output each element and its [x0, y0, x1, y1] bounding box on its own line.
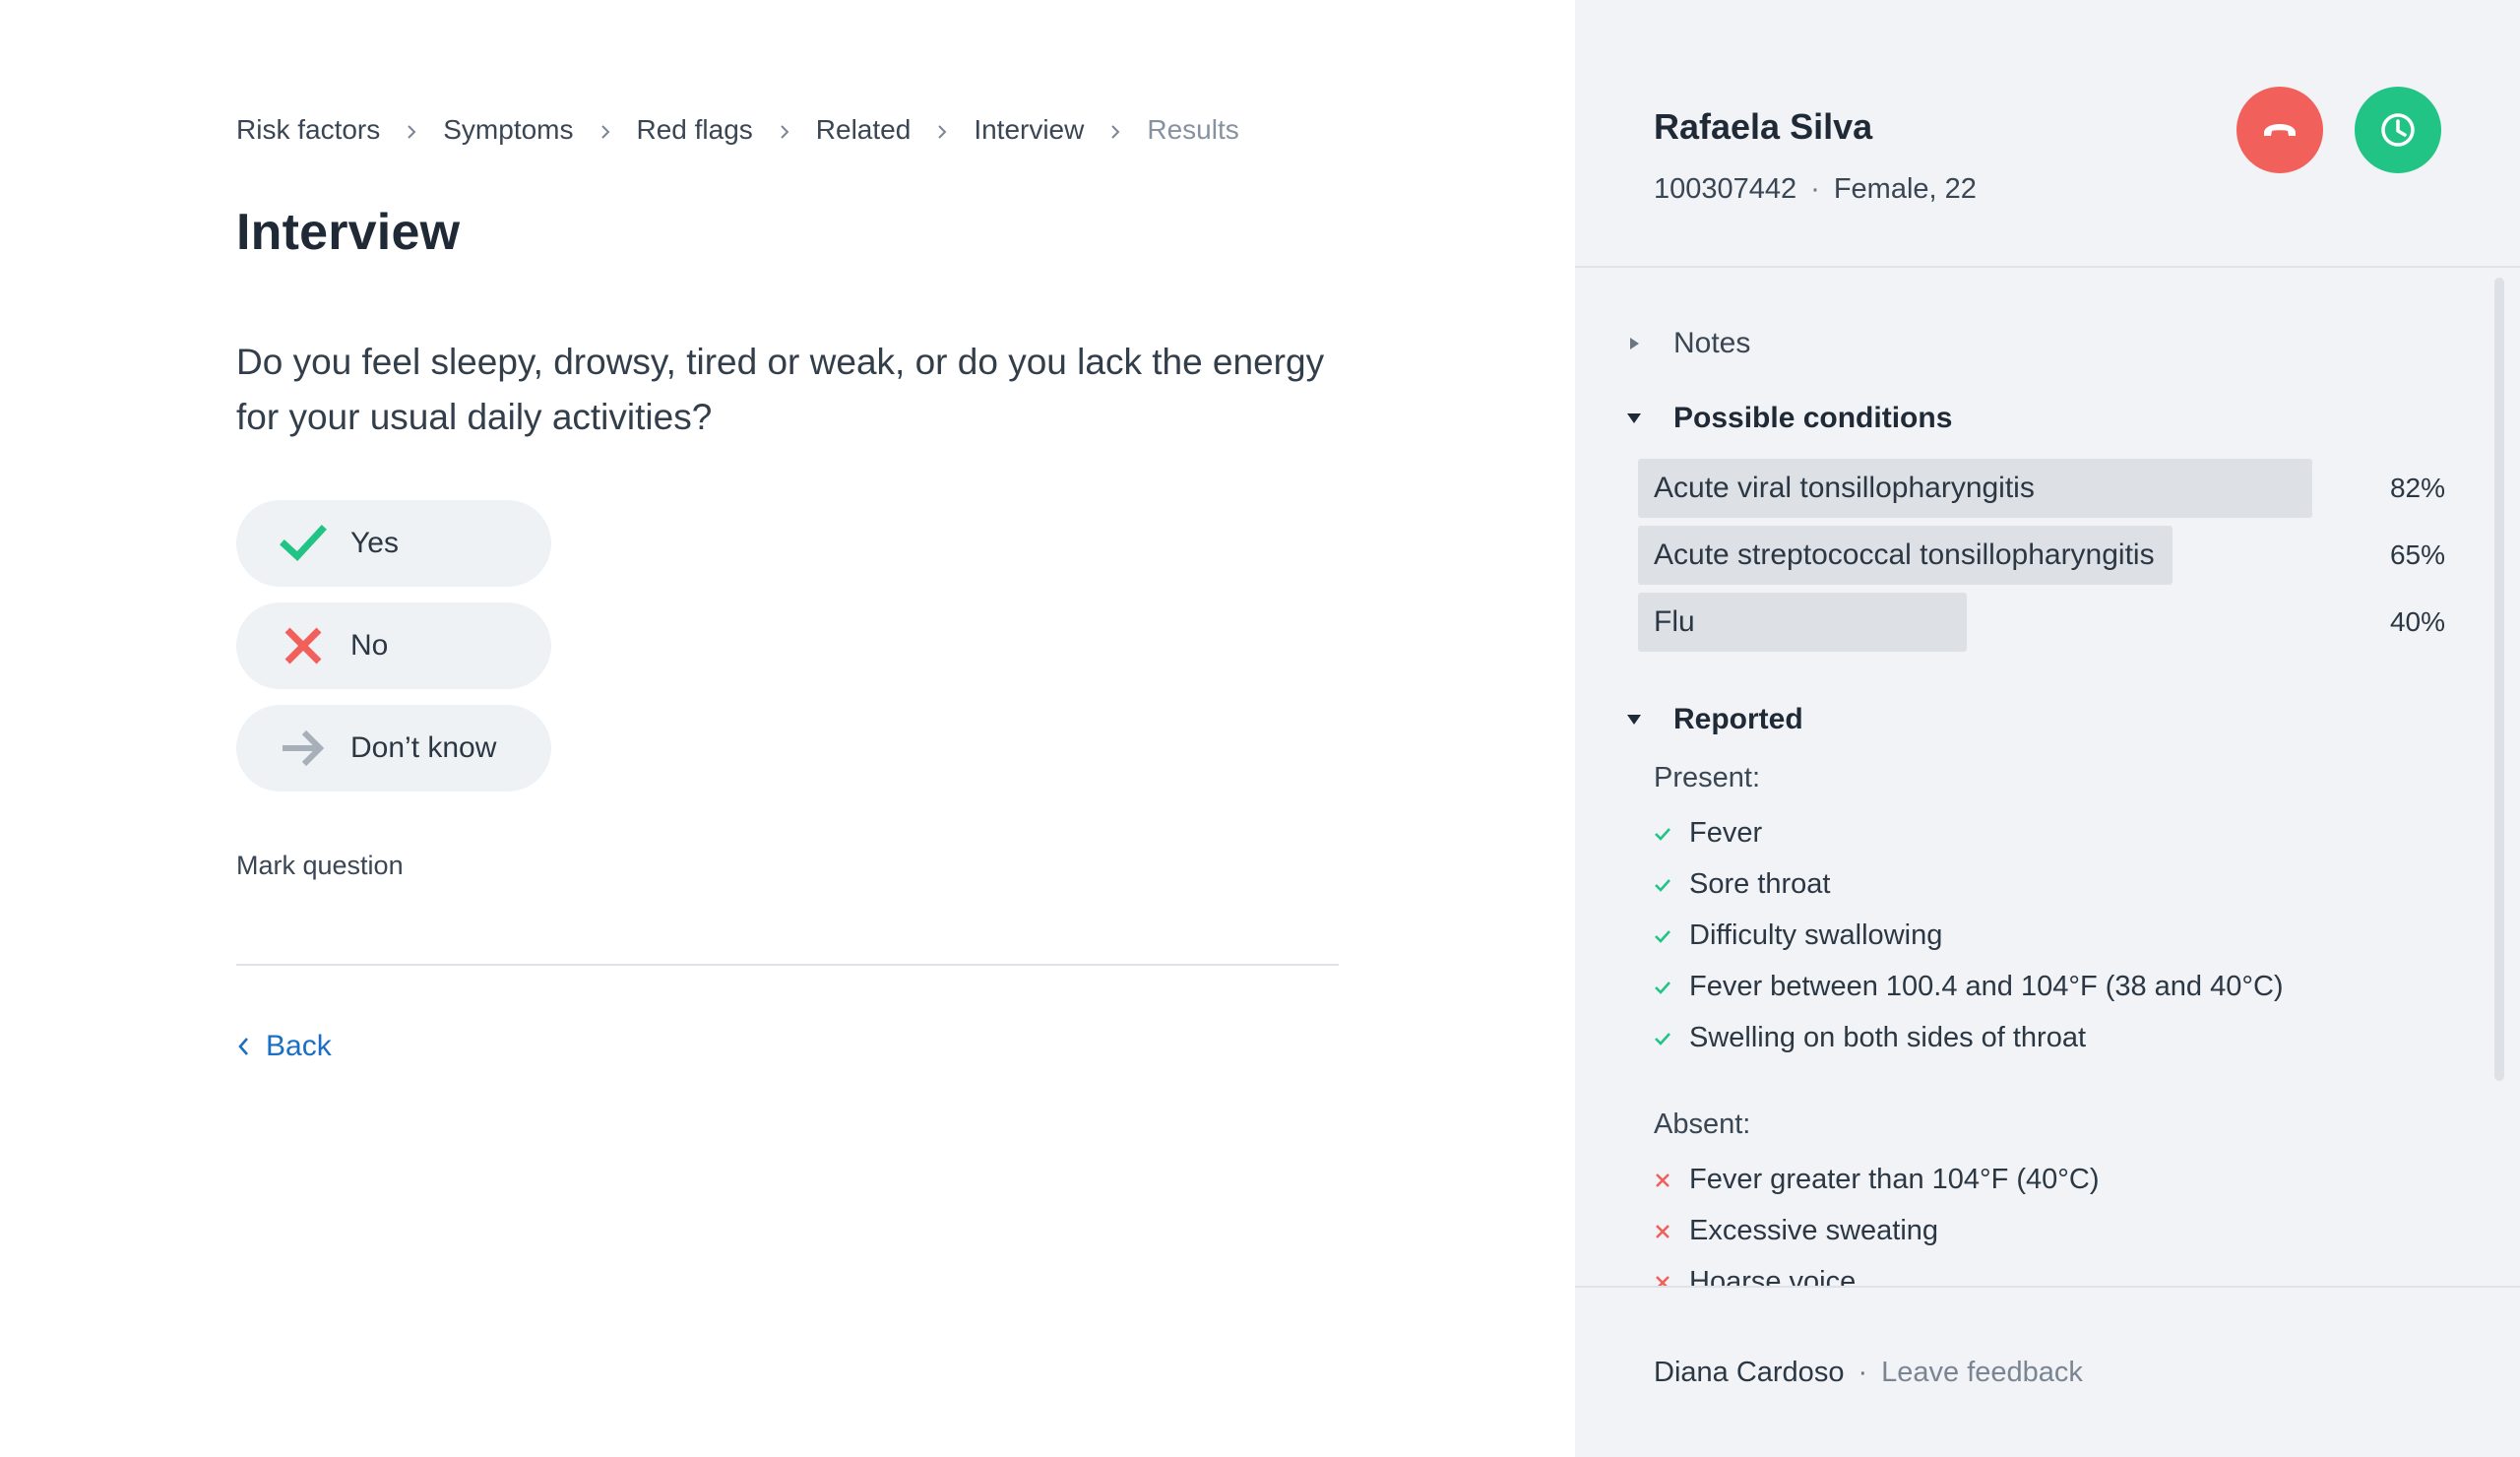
reported-toggle[interactable]: Reported: [1614, 703, 1803, 736]
absent-label: Absent:: [1654, 1109, 1751, 1140]
condition-name: Flu: [1654, 605, 1695, 638]
possible-conditions-label: Possible conditions: [1673, 402, 1953, 434]
present-symptom-item: Sore throat: [1654, 868, 1830, 901]
symptom-label: Hoarse voice: [1689, 1266, 1857, 1286]
breadcrumb: Risk factors Symptoms Red flags Related …: [236, 110, 1239, 150]
check-icon: [1654, 825, 1671, 843]
phone-hangup-icon: [2264, 124, 2296, 136]
present-symptom-item: Swelling on both sides of throat: [1654, 1022, 2086, 1054]
symptom-label: Fever between 100.4 and 104°F (38 and 40…: [1689, 971, 2284, 1002]
cross-icon: [272, 614, 335, 677]
clock-icon: [2381, 113, 2415, 147]
cross-icon: [1654, 1223, 1671, 1240]
notes-label: Notes: [1673, 327, 1751, 359]
symptom-label: Sore throat: [1689, 868, 1831, 900]
breadcrumb-related[interactable]: Related: [816, 114, 912, 146]
panel-scrollbar[interactable]: [2494, 278, 2504, 1081]
arrow-right-icon: [272, 717, 335, 780]
breadcrumb-red-flags[interactable]: Red flags: [637, 114, 753, 146]
symptom-label: Fever greater than 104°F (40°C): [1689, 1164, 2100, 1195]
symptom-label: Fever: [1689, 817, 1763, 849]
breadcrumb-interview[interactable]: Interview: [974, 114, 1084, 146]
check-icon: [1654, 1030, 1671, 1047]
symptom-label: Difficulty swallowing: [1689, 919, 1943, 951]
panel-scroll-area[interactable]: Notes Possible conditions Acute viral to…: [1575, 270, 2520, 1286]
reported-label: Reported: [1673, 703, 1803, 735]
condition-row[interactable]: Acute viral tonsillopharyngitis 82%: [1638, 459, 2445, 518]
answer-no-label: No: [350, 629, 389, 662]
separator-dot: ·: [1858, 1357, 1868, 1388]
divider: [236, 964, 1339, 966]
condition-row[interactable]: Acute streptococcal tonsillopharyngitis …: [1638, 526, 2445, 585]
answer-dont-know-button[interactable]: Don’t know: [236, 705, 551, 792]
caret-down-icon: [1614, 410, 1654, 427]
patient-id: 100307442: [1654, 173, 1797, 205]
agent-name: Diana Cardoso: [1654, 1357, 1845, 1388]
breadcrumb-risk-factors[interactable]: Risk factors: [236, 114, 380, 146]
answer-yes-button[interactable]: Yes: [236, 500, 551, 587]
back-label: Back: [266, 1030, 332, 1062]
mark-question-link[interactable]: Mark question: [236, 851, 404, 881]
cross-icon: [1654, 1172, 1671, 1189]
symptom-label: Swelling on both sides of throat: [1689, 1022, 2087, 1053]
separator-dot: ·: [1810, 173, 1820, 205]
condition-name: Acute streptococcal tonsillopharyngitis: [1654, 538, 2155, 571]
main-content: Risk factors Symptoms Red flags Related …: [0, 0, 1575, 1457]
caret-right-icon: [1614, 335, 1654, 352]
condition-row[interactable]: Flu 40%: [1638, 593, 2445, 652]
check-icon: [1654, 979, 1671, 996]
patient-header: Rafaela Silva 100307442 · Female, 22: [1575, 0, 2520, 268]
chevron-right-icon: [911, 115, 974, 146]
page-title: Interview: [236, 204, 461, 261]
patient-name: Rafaela Silva: [1654, 106, 1873, 147]
caret-down-icon: [1614, 711, 1654, 728]
chevron-right-icon: [574, 115, 637, 146]
check-icon: [1654, 876, 1671, 894]
chevron-right-icon: [753, 115, 816, 146]
cross-icon: [1654, 1274, 1671, 1286]
answer-yes-label: Yes: [350, 527, 399, 559]
present-label: Present:: [1654, 762, 1760, 793]
leave-feedback-link[interactable]: Leave feedback: [1881, 1357, 2083, 1388]
present-symptom-item: Difficulty swallowing: [1654, 919, 1942, 952]
absent-symptom-item: Hoarse voice: [1654, 1266, 1856, 1286]
absent-symptom-item: Excessive sweating: [1654, 1215, 1938, 1247]
app: Risk factors Symptoms Red flags Related …: [0, 0, 2520, 1457]
breadcrumb-symptoms[interactable]: Symptoms: [443, 114, 573, 146]
notes-toggle[interactable]: Notes: [1614, 327, 1750, 360]
check-icon: [1654, 927, 1671, 945]
answer-dont-know-label: Don’t know: [350, 731, 497, 764]
chevron-left-icon: [238, 1038, 248, 1055]
question-text: Do you feel sleepy, drowsy, tired or wea…: [236, 342, 1325, 437]
condition-percent: 40%: [2389, 606, 2445, 637]
back-button[interactable]: Back: [236, 1030, 332, 1063]
chevron-right-icon: [1084, 115, 1147, 146]
present-symptom-item: Fever: [1654, 817, 1762, 850]
present-symptom-item: Fever between 100.4 and 104°F (38 and 40…: [1654, 971, 2284, 1003]
patient-demographics: Female, 22: [1833, 173, 1977, 205]
check-icon: [272, 512, 335, 575]
condition-percent: 65%: [2389, 539, 2445, 570]
symptom-label: Excessive sweating: [1689, 1215, 1939, 1246]
breadcrumb-results: Results: [1147, 114, 1239, 145]
condition-percent: 82%: [2389, 473, 2445, 503]
panel-footer: Diana Cardoso · Leave feedback: [1575, 1286, 2520, 1457]
timer-button[interactable]: [2355, 87, 2441, 173]
hang-up-button[interactable]: [2236, 87, 2323, 173]
patient-meta: 100307442 · Female, 22: [1654, 173, 1977, 206]
possible-conditions-toggle[interactable]: Possible conditions: [1614, 402, 1952, 435]
chevron-right-icon: [380, 115, 443, 146]
answer-no-button[interactable]: No: [236, 602, 551, 689]
footer-text: Diana Cardoso · Leave feedback: [1654, 1357, 2083, 1389]
patient-panel: Rafaela Silva 100307442 · Female, 22 Notes: [1575, 0, 2520, 1457]
absent-symptom-item: Fever greater than 104°F (40°C): [1654, 1164, 2100, 1196]
condition-name: Acute viral tonsillopharyngitis: [1654, 472, 2035, 504]
